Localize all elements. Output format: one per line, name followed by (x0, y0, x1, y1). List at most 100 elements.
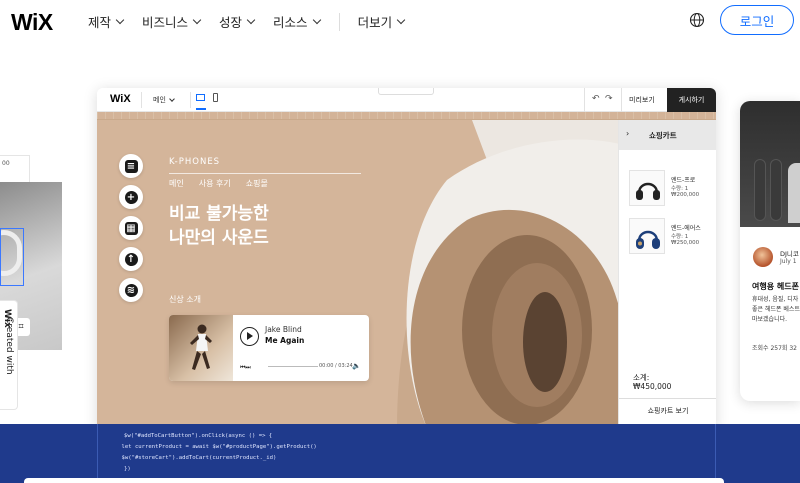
cart-item-name: 엔드-프로 (671, 177, 696, 184)
track-time: 00:00 / 03:24 (319, 363, 353, 369)
pages-icon: ≡ (124, 159, 138, 173)
nav-item-more[interactable]: 더보기 (357, 12, 406, 31)
database-icon: ≋ (124, 283, 138, 297)
cart-item-price: ₩250,000 (671, 240, 700, 246)
badge-prefix: Created with (4, 317, 14, 375)
ruler (97, 112, 716, 120)
code-line: }) (124, 466, 131, 472)
progress-bar[interactable] (268, 366, 318, 367)
preview-button[interactable]: 미리보기 (629, 95, 655, 105)
code-line: let currentProduct = await $w("#productP… (108, 444, 317, 450)
skateboard-image (770, 159, 782, 221)
top-navigation: WiX 제작 비즈니스 성장 리소스 더보기 로그인 (0, 0, 800, 44)
globe-icon[interactable] (689, 12, 705, 28)
publish-button[interactable]: 게시하기 (667, 88, 716, 112)
product-thumbnail (629, 170, 665, 206)
code-line: $w("#storeCart").addToCart(currentProduc… (108, 455, 277, 461)
toolbar-divider (190, 92, 191, 108)
database-tool[interactable]: ≋ (119, 278, 143, 302)
cart-item[interactable]: 엔드-에어스 수량: 1 ₩250,000 (629, 218, 715, 258)
created-with-wix-badge[interactable]: Created with Wix (0, 300, 18, 410)
chevron-down-icon (115, 15, 125, 25)
runner-photo (169, 315, 233, 381)
headline-line-1: 비교 불가능한 (169, 204, 269, 224)
cart-close-icon[interactable]: › (626, 129, 629, 138)
code-line: $w("#addToCartButton").onClick(async () … (124, 433, 273, 439)
headphone-blue-icon (636, 230, 660, 249)
skip-controls-icon[interactable]: ⏮ ⏭ (240, 364, 251, 372)
blog-date: July 1 (780, 258, 797, 265)
code-panel: $w("#addToCartButton").onClick(async () … (0, 424, 800, 483)
nav-menu: 제작 비즈니스 성장 리소스 더보기 (88, 12, 423, 31)
upload-icon: ↑ (124, 252, 138, 266)
headline-line-2: 나만의 사운드 (169, 228, 269, 248)
toolbar-divider (584, 88, 585, 112)
blog-excerpt-line: 휴대성, 음질, 디자 (752, 296, 799, 303)
editor-logo: WiX (110, 93, 131, 105)
toolbar-divider (621, 88, 622, 112)
runner-figure (190, 324, 212, 370)
nav-item-label: 성장 (219, 15, 243, 30)
redo-icon[interactable]: ↷ (605, 94, 613, 104)
volume-icon[interactable]: 🔈 (352, 362, 361, 370)
nav-item-label: 더보기 (357, 15, 393, 30)
site-menu-home[interactable]: 메인 (169, 178, 184, 189)
add-icon: + (124, 190, 138, 204)
headphone-black-icon (636, 182, 660, 200)
selection-box (0, 228, 24, 286)
cart-panel: › 쇼핑카트 엔드-프로 수량: 1 ₩200,000 엔드-에어스 수량: 1… (618, 120, 716, 428)
mobile-view-icon[interactable] (213, 93, 218, 102)
play-button[interactable] (240, 327, 259, 346)
nav-item-label: 비즈니스 (142, 15, 189, 30)
cart-title: 쇼핑카트 (649, 131, 677, 140)
cart-item[interactable]: 엔드-프로 수량: 1 ₩200,000 (629, 170, 715, 210)
brand-divider (169, 173, 361, 174)
undo-icon[interactable]: ↶ (592, 94, 600, 104)
login-button[interactable]: 로그인 (720, 5, 794, 35)
nav-item-resources[interactable]: 리소스 (273, 12, 321, 31)
left-panel-strip: 00 (0, 155, 30, 183)
wix-logo[interactable]: WiX (11, 9, 53, 36)
left-strip-text: 00 (2, 160, 10, 167)
site-headline: 비교 불가능한 나만의 사운드 (169, 202, 269, 250)
blog-excerpt: 휴대성, 음질, 디자 좋은 헤드폰 베스트 마보겠습니다. (752, 295, 800, 325)
editor-toolbar: WiX 메인 ^ ↶ ↷ 미리보기 게시하기 (97, 88, 716, 112)
blog-title: 여행용 헤드폰 (752, 282, 799, 291)
cart-item-price: ₩200,000 (671, 192, 700, 198)
cart-item-qty: 수량: 1 (671, 234, 689, 240)
collapse-tab[interactable]: ^ (378, 88, 434, 95)
avatar (753, 247, 773, 267)
apps-tool[interactable]: ▦ (119, 216, 143, 240)
nav-item-create[interactable]: 제작 (88, 12, 125, 31)
product-thumbnail (629, 218, 665, 254)
view-cart-button[interactable]: 쇼핑카트 보기 (619, 406, 716, 416)
upload-tool[interactable]: ↑ (119, 247, 143, 271)
site-canvas: ≡ + ▦ ↑ ≋ K-PHONES 메인 사용 후기 쇼핑몰 비교 불가능한 … (97, 120, 716, 428)
cart-item-name: 엔드-에어스 (671, 225, 701, 232)
nav-item-grow[interactable]: 성장 (219, 12, 256, 31)
toolbar-divider (141, 92, 142, 108)
person-image (788, 163, 800, 223)
code-area: $w("#addToCartButton").onClick(async () … (97, 424, 716, 483)
site-menu-reviews[interactable]: 사용 후기 (199, 178, 231, 189)
blog-meta: 조회수 257회 32 (752, 345, 797, 352)
active-view-indicator (196, 108, 206, 110)
page-selector[interactable]: 메인 (153, 95, 175, 105)
page-selector-label: 메인 (153, 96, 166, 104)
add-tool[interactable]: + (119, 185, 143, 209)
desktop-view-icon[interactable] (196, 94, 205, 101)
chevron-down-icon (312, 15, 321, 25)
site-menu-shop[interactable]: 쇼핑몰 (246, 178, 268, 189)
blog-card[interactable]: DJ니코 July 1 여행용 헤드폰 휴대성, 음질, 디자 좋은 헤드폰 베… (740, 101, 800, 401)
blog-author: DJ니코 (780, 250, 799, 258)
chevron-down-icon (396, 15, 406, 25)
editor-window: WiX 메인 ^ ↶ ↷ 미리보기 게시하기 ≡ + ▦ ↑ ≋ K-PHONE… (97, 88, 716, 428)
nav-item-label: 리소스 (273, 15, 308, 30)
music-player: Jake Blind Me Again ⏮ ⏭ 00:00 / 03:24 🔈 (169, 315, 369, 381)
new-intro-label: 신상 소개 (169, 295, 201, 304)
track-title: Me Again (265, 336, 305, 345)
nav-divider (338, 12, 340, 31)
nav-item-business[interactable]: 비즈니스 (142, 12, 202, 31)
pages-tool[interactable]: ≡ (119, 154, 143, 178)
cart-divider (619, 398, 716, 399)
